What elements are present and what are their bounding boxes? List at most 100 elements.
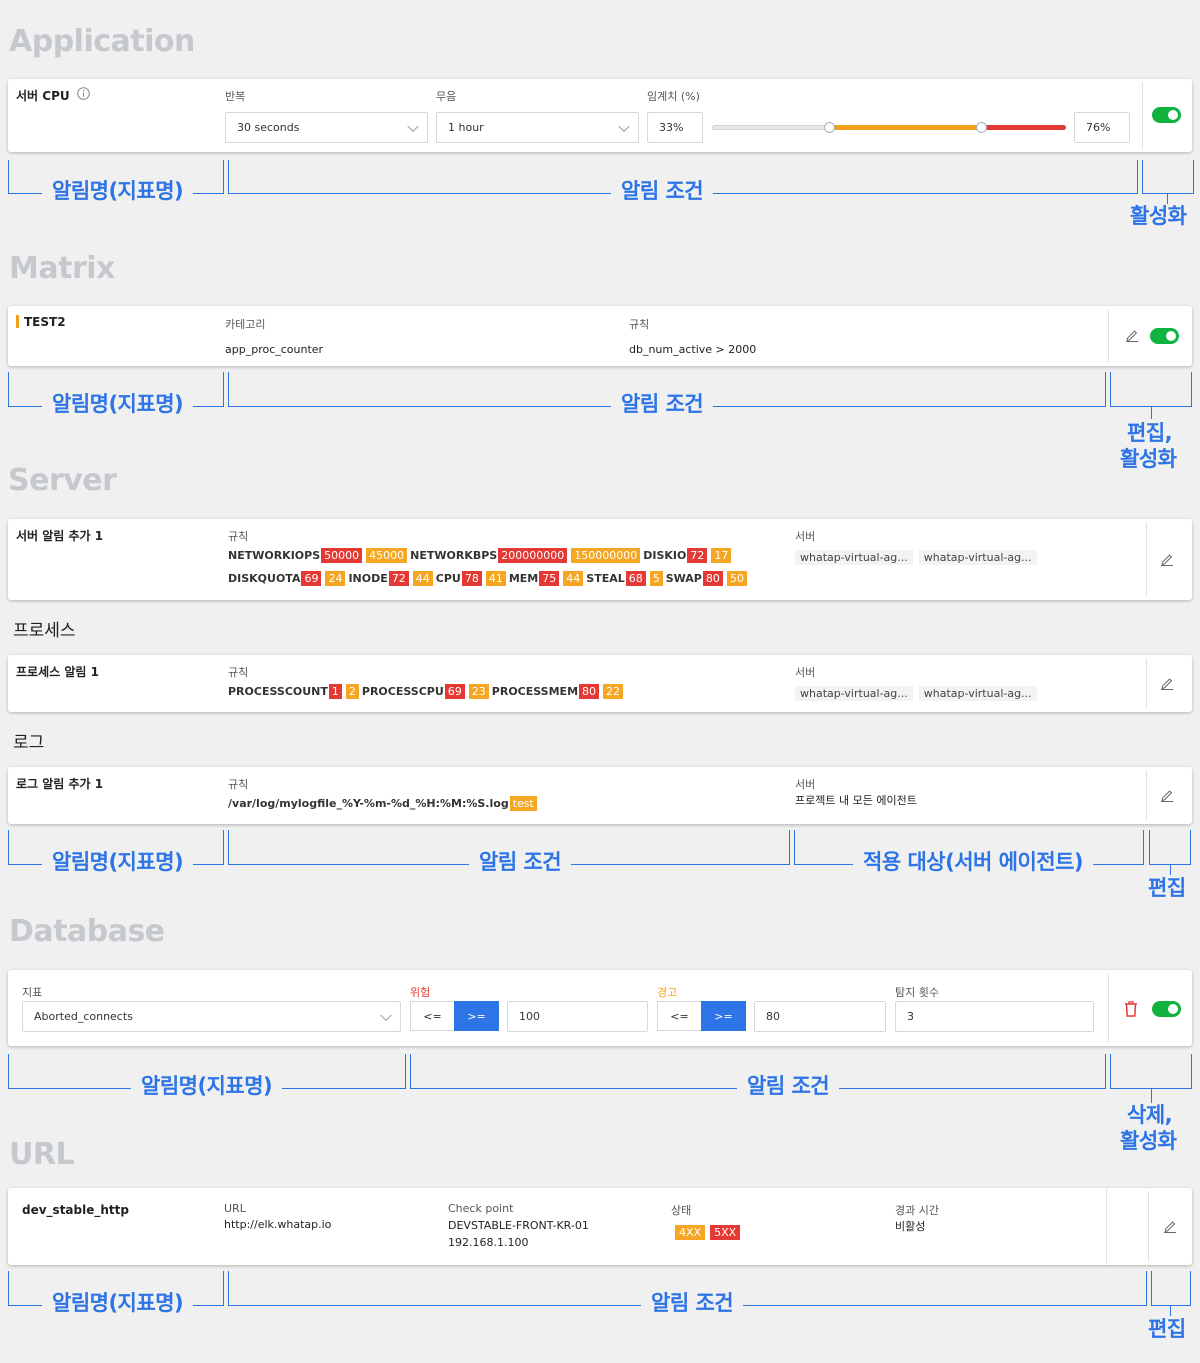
enable-toggle[interactable] [1150, 328, 1179, 344]
annotation-bracket [1151, 1271, 1191, 1306]
rule-name: PROCESSCPU [361, 685, 444, 698]
divider [1108, 309, 1109, 363]
rule-name: INODE [348, 572, 388, 585]
subsection-title-process: 프로세스 [13, 621, 76, 641]
annotation-stem [1167, 194, 1168, 204]
danger-badge: 69 [301, 571, 322, 586]
metric-select[interactable]: Aborted_connects [22, 1001, 401, 1032]
chevron-down-icon [380, 1009, 392, 1021]
annotation-delete: 삭제, [1127, 1103, 1173, 1127]
slider-high-handle[interactable] [976, 122, 987, 133]
annotation-edit: 편집 [1148, 1317, 1186, 1341]
danger-value-input[interactable]: 100 [507, 1001, 648, 1032]
rule-list: /var/log/mylogfile_%Y-%m-%d_%H:%M:%S.log… [228, 796, 540, 811]
enable-toggle[interactable] [1152, 107, 1181, 123]
threshold-low-input[interactable]: 33% [647, 112, 703, 143]
section-title-url: URL [9, 1137, 75, 1172]
category-value: app_proc_counter [225, 343, 324, 356]
slider-danger-range [981, 125, 1066, 130]
rule-label: 규칙 [228, 778, 249, 791]
rule-name: STEAL [586, 572, 625, 585]
status-badges: 4XX 5XX [674, 1221, 743, 1240]
rule-name: SWAP [665, 572, 702, 585]
warning-badge: 2 [345, 684, 359, 699]
chevron-down-icon [407, 120, 419, 132]
matrix-alert-card: TEST2 카테고리 app_proc_counter 규칙 db_num_ac… [8, 306, 1192, 366]
silence-select[interactable]: 1 hour [436, 112, 639, 143]
warning-value-input[interactable]: 80 [754, 1001, 886, 1032]
danger-badge: 78 [461, 571, 482, 586]
annotation-activate: 활성화 [1130, 204, 1187, 228]
database-alert-card: 지표 Aborted_connects 위험 <= >= 100 경고 <= >… [8, 970, 1192, 1046]
warning-badge: 41 [485, 571, 506, 586]
divider [1108, 973, 1109, 1043]
divider [1146, 658, 1147, 709]
annotation-alert-condition: 알림 조건 [469, 850, 572, 876]
silence-select-value: 1 hour [448, 121, 484, 134]
metric-select-value: Aborted_connects [34, 1010, 133, 1023]
server-label: 서버 [795, 666, 816, 679]
rule-name: DISKIO [643, 549, 687, 562]
section-title-application: Application [9, 24, 195, 59]
status-label: 상태 [671, 1204, 692, 1217]
repeat-label: 반복 [225, 90, 246, 103]
annotation-stem [1170, 865, 1171, 875]
repeat-select-value: 30 seconds [237, 121, 300, 134]
annotation-bracket [1110, 372, 1192, 407]
section-title-matrix: Matrix [9, 251, 115, 286]
alert-name: TEST2 [24, 315, 66, 329]
log-alert-card: 로그 알림 추가 1 규칙 /var/log/mylogfile_%Y-%m-%… [8, 767, 1192, 824]
enable-toggle[interactable] [1152, 1001, 1181, 1017]
pencil-icon[interactable] [1125, 328, 1139, 342]
category-label: 카테고리 [225, 318, 266, 331]
pencil-icon[interactable] [1160, 676, 1174, 690]
status-4xx-badge: 4XX [675, 1225, 706, 1240]
annotation-alert-condition: 알림 조건 [611, 392, 714, 418]
rule-name: NETWORKIOPS [228, 549, 321, 562]
annotation-edit: 편집 [1148, 876, 1186, 900]
alert-name: dev_stable_http [22, 1203, 129, 1217]
alert-name: 서버 알림 추가 1 [16, 529, 104, 543]
info-icon[interactable] [77, 87, 90, 100]
divider [1148, 1191, 1149, 1262]
repeat-select[interactable]: 30 seconds [225, 112, 428, 143]
server-label: 서버 [795, 530, 816, 543]
slider-low-handle[interactable] [824, 122, 835, 133]
danger-badge: 80 [579, 684, 600, 699]
detect-count-input[interactable]: 3 [895, 1001, 1094, 1032]
divider [1146, 522, 1147, 597]
pencil-icon[interactable] [1163, 1219, 1177, 1233]
danger-badge: 200000000 [498, 548, 568, 563]
danger-label: 위험 [410, 986, 431, 999]
warning-badge: 44 [412, 571, 433, 586]
danger-operator-lte[interactable]: <= [410, 1001, 455, 1031]
danger-operator-gte[interactable]: >= [454, 1001, 499, 1031]
threshold-high-input[interactable]: 76% [1074, 112, 1130, 143]
danger-badge: 72 [388, 571, 409, 586]
threshold-slider[interactable] [712, 112, 1066, 143]
server-chip-list: whatap-virtual-ag... whatap-virtual-ag... [795, 546, 1043, 565]
warning-badge: 5 [649, 571, 663, 586]
alert-name: 프로세스 알림 1 [16, 665, 99, 679]
check-point-label: Check point [448, 1202, 514, 1215]
warning-badge: 24 [325, 571, 346, 586]
section-title-server: Server [8, 463, 117, 498]
rule-label: 규칙 [228, 530, 249, 543]
warning-operator-lte[interactable]: <= [657, 1001, 702, 1031]
annotation-alert-condition: 알림 조건 [641, 1291, 744, 1317]
danger-badge: 75 [539, 571, 560, 586]
warning-operator-gte[interactable]: >= [701, 1001, 746, 1031]
rule-value: db_num_active > 2000 [629, 343, 757, 356]
pencil-icon[interactable] [1160, 552, 1174, 566]
danger-badge: 68 [625, 571, 646, 586]
chevron-down-icon [618, 120, 630, 132]
annotation-bracket [1110, 1054, 1192, 1089]
rule-name: PROCESSCOUNT [228, 685, 328, 698]
url-value: http://elk.whatap.io [224, 1218, 332, 1231]
divider [1146, 770, 1147, 821]
danger-badge: 1 [328, 684, 342, 699]
server-label: 서버 [795, 778, 816, 791]
pencil-icon[interactable] [1160, 788, 1174, 802]
warning-badge: 23 [468, 684, 489, 699]
trash-icon[interactable] [1124, 1001, 1138, 1017]
